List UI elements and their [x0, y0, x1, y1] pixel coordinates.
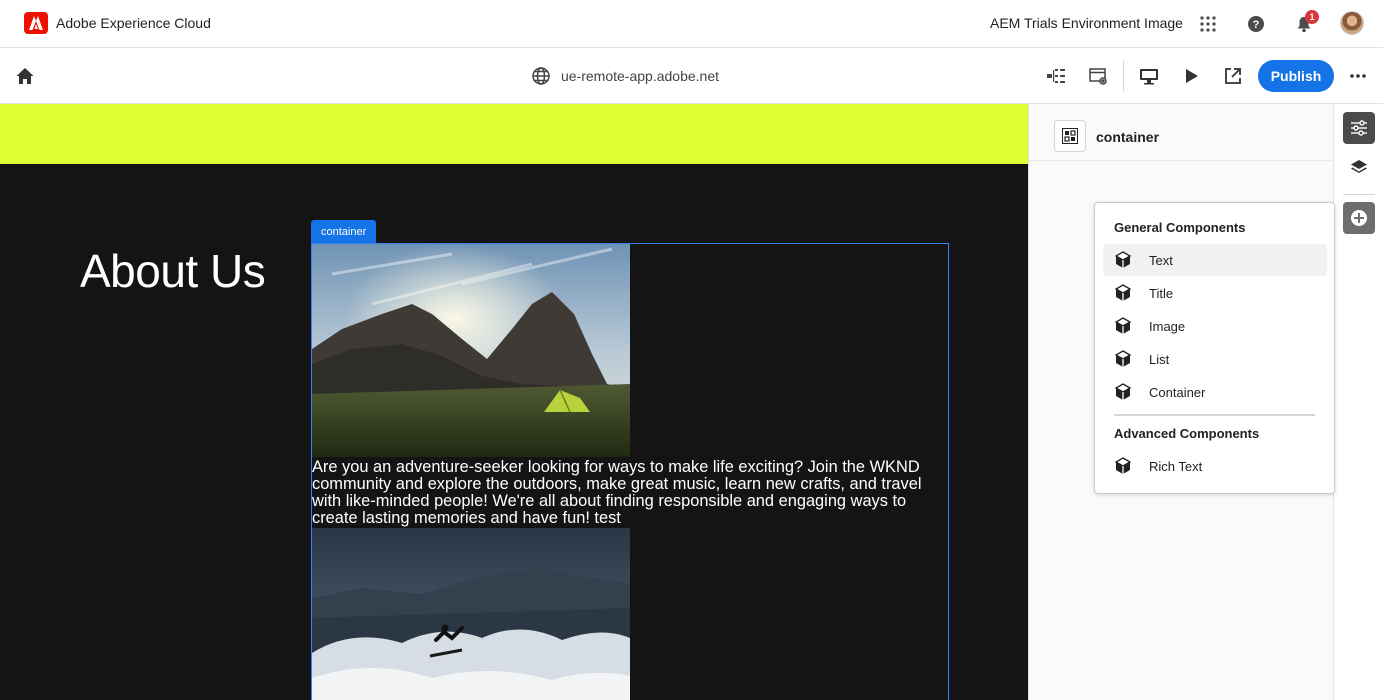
page-heading[interactable]: About Us — [80, 244, 266, 298]
container-type-icon — [1054, 120, 1086, 152]
publish-button[interactable]: Publish — [1258, 60, 1334, 92]
menu-item-label: Text — [1149, 252, 1173, 268]
menu-item-list[interactable]: List — [1103, 343, 1327, 375]
container-label-tag[interactable]: container — [311, 220, 377, 244]
brand-name[interactable]: Adobe Experience Cloud — [56, 15, 211, 31]
panel-header: container — [1029, 104, 1334, 161]
component-icon — [1114, 383, 1134, 401]
menu-item-container[interactable]: Container — [1103, 376, 1327, 408]
advanced-components-heading: Advanced Components — [1114, 426, 1260, 441]
intro-paragraph[interactable]: Are you an adventure-seeker looking for … — [312, 459, 944, 527]
adobe-logo-icon[interactable] — [24, 12, 48, 34]
add-circle-icon[interactable] — [1343, 202, 1375, 234]
svg-text:?: ? — [1253, 19, 1260, 31]
shell-bar: Adobe Experience Cloud AEM Trials Enviro… — [0, 0, 1383, 48]
menu-item-rich-text[interactable]: Rich Text — [1103, 450, 1327, 482]
avatar[interactable] — [1340, 11, 1364, 35]
panel-rail — [1333, 104, 1383, 700]
component-icon — [1114, 251, 1134, 269]
page-url[interactable]: ue-remote-app.adobe.net — [561, 68, 719, 84]
content-tree-icon[interactable] — [1044, 64, 1068, 88]
page-canvas: About Us container Are you an adventure-… — [0, 104, 1028, 700]
editor-toolbar: ue-remote-app.adobe.net Publish — [0, 48, 1383, 104]
more-icon[interactable] — [1346, 64, 1370, 88]
apps-grid-icon[interactable] — [1196, 12, 1220, 36]
properties-icon[interactable] — [1086, 64, 1110, 88]
header-banner[interactable] — [0, 104, 1028, 164]
home-icon[interactable] — [13, 64, 37, 88]
menu-item-label: Rich Text — [1149, 458, 1203, 474]
menu-item-label: Image — [1149, 318, 1186, 334]
toolbar-divider — [1123, 61, 1124, 91]
open-external-icon[interactable] — [1221, 64, 1245, 88]
menu-item-text[interactable]: Text — [1103, 244, 1327, 276]
rail-divider — [1343, 194, 1375, 195]
menu-item-label: Container — [1149, 384, 1206, 400]
component-icon — [1114, 350, 1134, 368]
desktop-icon[interactable] — [1137, 64, 1161, 88]
help-icon[interactable]: ? — [1244, 12, 1268, 36]
menu-divider — [1114, 414, 1315, 416]
properties-sliders-icon[interactable] — [1343, 112, 1375, 144]
notification-badge: 1 — [1305, 10, 1319, 24]
menu-item-title[interactable]: Title — [1103, 277, 1327, 309]
mountain-camp-image[interactable] — [312, 244, 630, 457]
preview-play-icon[interactable] — [1179, 64, 1203, 88]
component-icon — [1114, 284, 1134, 302]
component-icon — [1114, 317, 1134, 335]
panel-title: container — [1096, 129, 1160, 145]
menu-item-label: Title — [1149, 285, 1174, 301]
component-icon — [1114, 457, 1134, 475]
general-components-heading: General Components — [1114, 220, 1246, 235]
menu-item-image[interactable]: Image — [1103, 310, 1327, 342]
layers-icon[interactable] — [1343, 152, 1375, 184]
org-switcher[interactable]: AEM Trials Environment Image — [990, 15, 1183, 31]
menu-item-label: List — [1149, 351, 1170, 367]
add-component-menu: General Components Text Title Image List… — [1094, 202, 1335, 494]
globe-icon — [529, 64, 553, 88]
surfer-image[interactable] — [312, 528, 630, 700]
